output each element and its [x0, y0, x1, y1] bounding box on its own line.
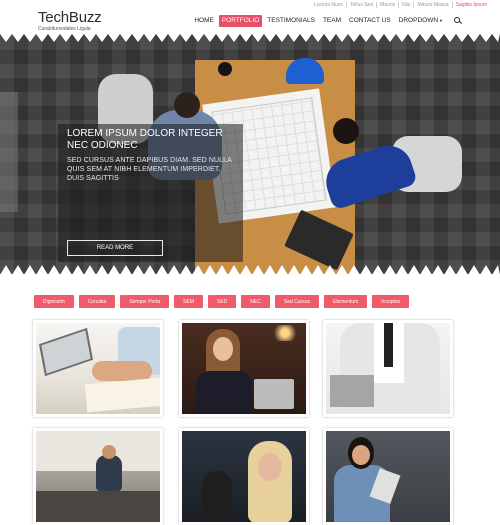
portfolio-item[interactable] [179, 428, 309, 525]
portfolio-image [36, 431, 160, 522]
filter-semper-porta[interactable]: Semper Porta [120, 295, 170, 308]
portfolio-image [326, 431, 450, 522]
hero-slider: LOREM IPSUM DOLOR INTEGER NEC ODIONEC SE… [0, 34, 500, 274]
nav-portfolio[interactable]: PORTFOLIO [218, 15, 263, 27]
main-nav: HOME PORTFOLIO TESTIMONIALS TEAM CONTACT… [191, 15, 462, 27]
filter-conubia[interactable]: Conubia [78, 295, 116, 308]
hero-caption: LOREM IPSUM DOLOR INTEGER NEC ODIONEC SE… [58, 124, 243, 262]
top-link[interactable]: Lacinia Nunc [311, 2, 348, 8]
brand-title: TechBuzz [38, 9, 102, 26]
header: Lacinia Nunc Tellus Sed Mauris Nisi Maur… [0, 0, 500, 38]
portfolio-image [182, 323, 306, 414]
portfolio-image [182, 431, 306, 522]
top-links: Lacinia Nunc Tellus Sed Mauris Nisi Maur… [311, 2, 490, 8]
top-link[interactable]: Mauris [377, 2, 400, 8]
filter-sed-cursus[interactable]: Sed Cursus [274, 295, 319, 308]
filter-sed[interactable]: SED [208, 295, 237, 308]
top-link[interactable]: Nisi [399, 2, 415, 8]
top-link[interactable]: Tellus Sed [347, 2, 378, 8]
hero-image-person [333, 118, 359, 144]
nav-team[interactable]: TEAM [320, 15, 344, 27]
read-more-button[interactable]: READ MORE [67, 240, 163, 256]
filter-elementum[interactable]: Elementum [323, 295, 368, 308]
nav-dropdown-label: DROPDOWN [398, 17, 439, 24]
chevron-down-icon: ▼ [439, 18, 443, 23]
brand-subtitle: Curabitursodales Ligula [38, 26, 91, 32]
nav-home[interactable]: HOME [191, 15, 217, 27]
filter-sem[interactable]: SEM [174, 295, 204, 308]
search-icon[interactable] [454, 17, 462, 25]
nav-dropdown[interactable]: DROPDOWN▼ [396, 15, 446, 27]
portfolio-image [326, 323, 450, 414]
portfolio-image [36, 323, 160, 414]
nav-contact-us[interactable]: CONTACT US [346, 15, 394, 27]
hero-title: LOREM IPSUM DOLOR INTEGER NEC ODIONEC [67, 128, 223, 151]
top-link[interactable]: Mauris Massa [414, 2, 453, 8]
hero-image-mug [218, 62, 232, 76]
portfolio-filters: Dignissim Conubia Semper Porta SEM SED N… [34, 295, 410, 308]
filter-dignissim[interactable]: Dignissim [34, 295, 74, 308]
hero-image-person [174, 92, 200, 118]
portfolio-item[interactable] [33, 428, 163, 525]
portfolio-item[interactable] [323, 428, 453, 525]
zigzag-bottom-edge [0, 265, 500, 275]
zigzag-top-edge [0, 34, 500, 42]
top-link[interactable]: Sagittis Ipsum [453, 2, 490, 8]
hero-image-helmet [286, 58, 324, 84]
portfolio-item[interactable] [179, 320, 309, 417]
hero-text: SED CURSUS ANTE DAPIBUS DIAM. SED NULLA … [67, 157, 232, 182]
brand-logo[interactable]: TechBuzz Curabitursodales Ligula [38, 9, 102, 32]
filter-nec[interactable]: NEC [241, 295, 270, 308]
nav-testimonials[interactable]: TESTIMONIALS [264, 15, 318, 27]
hero-image-detail [0, 92, 18, 212]
portfolio-item[interactable] [33, 320, 163, 417]
portfolio-item[interactable] [323, 320, 453, 417]
filter-inceptos[interactable]: Inceptos [372, 295, 410, 308]
